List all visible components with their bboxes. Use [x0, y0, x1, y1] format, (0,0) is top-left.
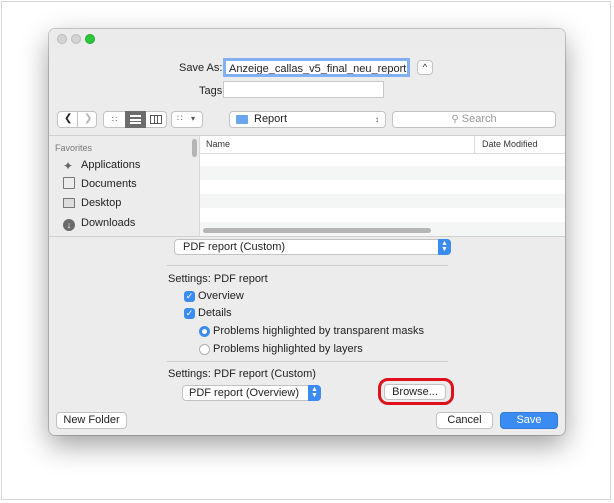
- list-row-stripe: [200, 194, 565, 208]
- location-popup[interactable]: Report ↕: [229, 111, 386, 128]
- back-forward-group: ❮ ❯: [57, 111, 97, 128]
- list-view-button[interactable]: [125, 111, 146, 128]
- format-select-value: PDF report (Custom): [183, 241, 286, 253]
- overview-checkbox[interactable]: ✓: [184, 291, 195, 302]
- tags-label: Tags:: [199, 85, 226, 97]
- radio-layers[interactable]: [199, 344, 210, 355]
- folder-icon: [236, 115, 248, 124]
- updown-chevron-icon: ▲ ▼: [438, 239, 451, 255]
- sidebar-item-label: Desktop: [81, 197, 122, 209]
- tags-input[interactable]: [223, 81, 384, 98]
- sidebar: Favorites ✦ Applications Documents Deskto…: [49, 136, 199, 236]
- minimize-window-button[interactable]: [71, 34, 81, 44]
- sidebar-item-desktop[interactable]: Desktop: [63, 194, 121, 212]
- details-label: Details: [198, 307, 232, 319]
- file-list: Name Date Modified: [199, 136, 565, 236]
- sidebar-item-applications[interactable]: ✦ Applications: [63, 156, 140, 174]
- updown-chevron-icon: ↕: [375, 115, 379, 124]
- divider: [167, 265, 448, 266]
- cancel-button[interactable]: Cancel: [436, 412, 493, 429]
- new-folder-button[interactable]: New Folder: [56, 412, 127, 429]
- file-list-horizontal-scrollbar[interactable]: [203, 228, 431, 233]
- custom-settings-title: Settings: PDF report (Custom): [168, 368, 316, 380]
- grid-icon: ∷: [177, 113, 183, 123]
- column-view-icon[interactable]: [150, 115, 162, 124]
- settings-title: Settings: PDF report: [168, 273, 268, 285]
- title-bar: [49, 29, 565, 49]
- radio-transparent-masks[interactable]: [199, 326, 210, 337]
- column-header-date-modified[interactable]: Date Modified: [482, 139, 538, 149]
- arrange-menu-button[interactable]: ∷ ▾: [171, 111, 203, 128]
- details-checkbox[interactable]: ✓: [184, 308, 195, 319]
- browse-button[interactable]: Browse...: [384, 384, 446, 400]
- list-row-stripe: [200, 166, 565, 180]
- save-as-label: Save As:: [179, 62, 223, 74]
- sidebar-item-label: Downloads: [81, 217, 136, 229]
- file-browser: Favorites ✦ Applications Documents Deskto…: [49, 135, 565, 237]
- sidebar-scrollbar[interactable]: [192, 139, 197, 157]
- radio-dot: [202, 329, 207, 334]
- search-field[interactable]: ⚲ Search: [392, 111, 556, 128]
- zoom-window-button[interactable]: [85, 34, 95, 44]
- sidebar-item-documents[interactable]: Documents: [63, 175, 137, 193]
- updown-chevron-icon: ▲ ▼: [308, 385, 321, 401]
- divider: [167, 361, 448, 362]
- save-button[interactable]: Save: [500, 412, 558, 429]
- file-list-header: Name Date Modified: [200, 136, 565, 154]
- search-placeholder: Search: [461, 113, 497, 125]
- sidebar-item-downloads[interactable]: ↓ Downloads: [63, 214, 135, 232]
- expand-dialog-button[interactable]: ^: [417, 60, 433, 75]
- desktop-icon: [63, 198, 75, 208]
- format-select[interactable]: PDF report (Custom) ▲ ▼: [174, 239, 451, 255]
- custom-report-select-value: PDF report (Overview): [189, 387, 300, 399]
- view-mode-group: ∷: [103, 111, 167, 128]
- radio-layers-label: Problems highlighted by layers: [213, 343, 363, 355]
- location-label: Report: [254, 113, 288, 125]
- radio-transparent-masks-label: Problems highlighted by transparent mask…: [213, 325, 424, 337]
- list-view-icon-mid: [130, 119, 141, 121]
- back-arrow-icon[interactable]: ❮: [64, 113, 72, 124]
- search-icon: ⚲: [451, 114, 459, 125]
- documents-icon: [63, 177, 75, 189]
- sidebar-item-label: Documents: [81, 178, 137, 190]
- forward-arrow-icon[interactable]: ❯: [84, 113, 92, 124]
- save-dialog: Save As: Anzeige_callas_v5_final_neu_rep…: [49, 29, 565, 435]
- downloads-icon: ↓: [63, 219, 75, 231]
- close-window-button[interactable]: [57, 34, 67, 44]
- overview-label: Overview: [198, 290, 244, 302]
- custom-report-select[interactable]: PDF report (Overview) ▲ ▼: [182, 385, 321, 401]
- chevron-up-icon: ^: [422, 62, 428, 72]
- column-divider-1: [154, 116, 155, 123]
- divider: [77, 112, 78, 127]
- chevron-down-icon: ▾: [191, 114, 196, 123]
- sidebar-item-label: Applications: [81, 159, 141, 171]
- sidebar-section-title: Favorites: [55, 143, 93, 153]
- filename-input[interactable]: Anzeige_callas_v5_final_neu_report.pdf: [223, 58, 410, 77]
- icon-view-icon[interactable]: ∷: [109, 114, 120, 125]
- column-divider-2: [157, 116, 158, 123]
- applications-icon: ✦: [63, 159, 74, 173]
- column-header-name[interactable]: Name: [206, 139, 230, 149]
- column-divider: [474, 136, 475, 153]
